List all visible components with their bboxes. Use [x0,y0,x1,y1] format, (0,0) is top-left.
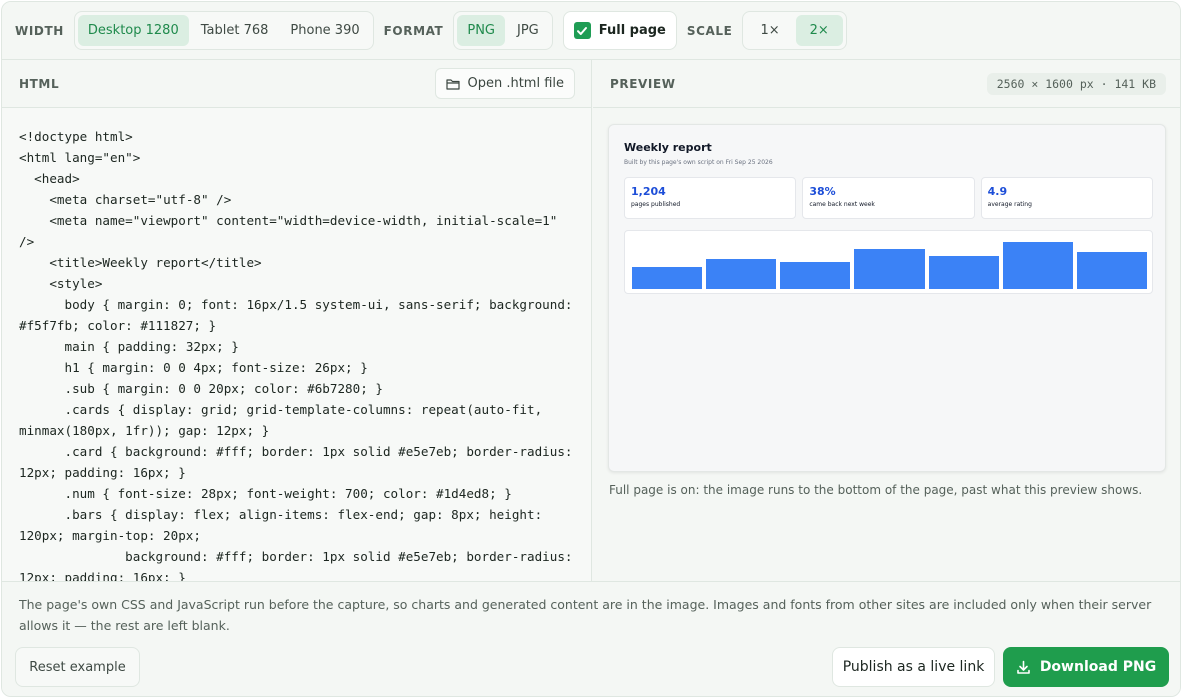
preview-card-number: 4.9 [987,185,1008,198]
toolbar: WIDTH Desktop 1280 Tablet 768 Phone 390 … [2,2,1180,60]
preview-card: 38% came back next week [802,177,975,219]
preview-bar [780,261,851,289]
code-line: <head> [19,171,80,186]
preview-card: 4.9 average rating [980,177,1153,219]
preview-bar [854,248,925,289]
preview-bar [632,267,703,289]
preview-card: 1,204 pages published [624,177,797,219]
code-line: .bars { display: flex; align-items: flex… [19,507,550,543]
code-line: <!doctype html> [19,129,133,144]
preview-card-label: came back next week [809,201,875,208]
preview-card-number: 38% [809,185,836,198]
code-line: .card { background: #fff; border: 1px so… [19,444,581,480]
code-line: <meta name="viewport" content="width=dev… [19,213,565,249]
preview-card-number: 1,204 [631,185,666,198]
open-html-file-button[interactable]: Open .html file [435,68,575,99]
code-line: .sub { margin: 0 0 20px; color: #6b7280;… [19,381,383,396]
download-png-label: Download PNG [1039,659,1157,675]
scale-label: SCALE [686,23,733,38]
width-segmented-control: Desktop 1280 Tablet 768 Phone 390 [73,11,374,50]
scale-segmented-control: 1× 2× [742,11,847,50]
code-line: body { margin: 0; font: 16px/1.5 system-… [19,297,581,333]
code-line: <html lang="en"> [19,150,141,165]
preview-page-subtitle: Built by this page's own script on Fri S… [624,159,773,166]
html-pane: HTML Open .html file <!doctype html> <htm… [2,60,592,581]
full-page-label: Full page [598,23,666,38]
preview-image: Weekly report Built by this page's own s… [608,124,1166,472]
format-option-jpg[interactable]: JPG [507,15,549,46]
format-option-png[interactable]: PNG [457,15,505,46]
preview-pane-title: PREVIEW [610,76,676,91]
publish-live-link-button[interactable]: Publish as a live link [832,647,995,687]
scale-option-1x[interactable]: 1× [746,15,793,46]
image-dimensions-badge: 2560 × 1600 px · 141 KB [986,72,1166,95]
preview-pane-header: PREVIEW 2560 × 1600 px · 141 KB [593,60,1180,108]
download-png-button[interactable]: Download PNG [1003,647,1169,687]
code-line: h1 { margin: 0 0 4px; font-size: 26px; } [19,360,368,375]
check-icon [577,26,588,35]
preview-pane: PREVIEW 2560 × 1600 px · 141 KB Weekly r… [593,60,1180,581]
html-pane-title: HTML [19,76,60,91]
format-segmented-control: PNG JPG [453,11,553,50]
full-page-checkbox[interactable] [573,22,591,39]
code-line: .cards { display: grid; grid-template-co… [19,402,550,438]
reset-example-button[interactable]: Reset example [15,647,140,687]
preview-bar-chart [624,230,1153,294]
open-html-file-label: Open .html file [467,76,564,91]
download-icon [1017,660,1030,674]
width-option-desktop[interactable]: Desktop 1280 [77,15,189,46]
preview-bar [1076,251,1147,289]
preview-bar [928,255,999,289]
width-label: WIDTH [15,23,64,38]
html-pane-header: HTML Open .html file [2,60,591,108]
preview-cards: 1,204 pages published 38% came back next… [624,177,1153,219]
capture-info-text: The page's own CSS and JavaScript run be… [19,597,1152,633]
code-line: main { padding: 32px; } [19,339,239,354]
preview-bar [1002,242,1073,289]
format-label: FORMAT [383,23,444,38]
footer: The page's own CSS and JavaScript run be… [2,581,1180,696]
preview-page-title: Weekly report [624,141,712,154]
folder-icon [446,78,461,90]
width-option-tablet[interactable]: Tablet 768 [191,15,279,46]
width-option-phone[interactable]: Phone 390 [280,15,369,46]
code-line: <style> [19,276,103,291]
app-window: WIDTH Desktop 1280 Tablet 768 Phone 390 … [1,1,1181,697]
preview-card-label: pages published [631,201,681,208]
full-page-toggle[interactable]: Full page [562,11,677,50]
scale-option-2x[interactable]: 2× [795,15,843,46]
code-line: .num { font-size: 28px; font-weight: 700… [19,486,512,501]
code-editor[interactable]: <!doctype html> <html lang="en"> <head> <… [2,109,591,581]
full-page-note: Full page is on: the image runs to the b… [609,483,1143,497]
code-line: <meta charset="utf-8" /> [19,192,232,207]
preview-bar [706,258,777,289]
preview-card-label: average rating [987,201,1032,208]
code-line: <title>Weekly report</title> [19,255,262,270]
code-line: background: #fff; border: 1px solid #e5e… [19,549,581,581]
